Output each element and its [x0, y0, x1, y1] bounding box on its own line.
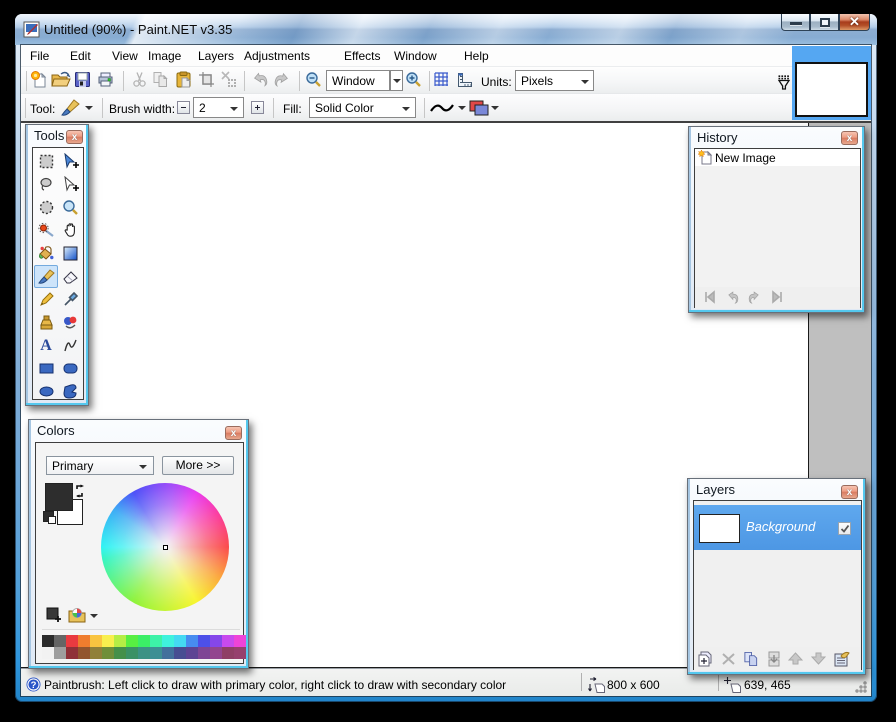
- svg-text:?: ?: [31, 680, 37, 691]
